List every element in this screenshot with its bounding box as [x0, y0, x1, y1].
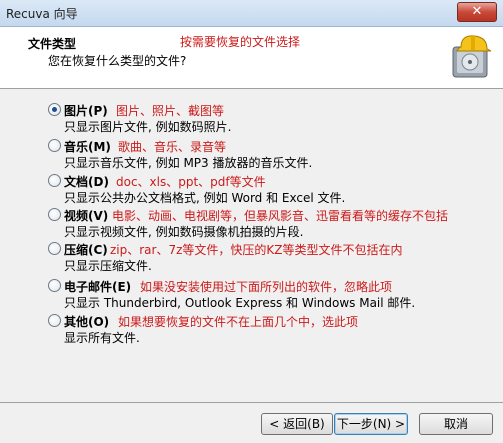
- title-bar: Recuva 向导 ✕: [0, 0, 503, 27]
- video-label[interactable]: 视频(V): [64, 207, 108, 224]
- other-label[interactable]: 其他(O): [64, 313, 109, 330]
- music-annotation: 歌曲、音乐、录音等: [118, 140, 227, 154]
- music-description: 只显示音乐文件, 例如 MP3 播放器的音乐文件.: [64, 156, 313, 170]
- documents-description: 只显示公共办公文档格式, 例如 Word 和 Excel 文件.: [64, 191, 346, 205]
- footer-divider: [0, 402, 503, 403]
- pictures-description: 只显示图片文件, 例如数码照片.: [64, 120, 232, 134]
- email-description: 只显示 Thunderbird, Outlook Express 和 Windo…: [64, 296, 416, 310]
- close-button[interactable]: ✕: [457, 2, 497, 22]
- video-description: 只显示视频文件, 例如数码摄像机拍摄的片段.: [64, 225, 304, 239]
- compressed-annotation: zip、rar、7z等文件，快压的KZ等类型文件不包括在内: [110, 243, 403, 257]
- email-label[interactable]: 电子邮件(E): [64, 278, 131, 295]
- documents-annotation: doc、xls、ppt、pdf等文件: [116, 175, 266, 189]
- file-type-options: 图片(P) 图片、照片、截图等 只显示图片文件, 例如数码照片. 音乐(M) 歌…: [0, 89, 503, 401]
- compressed-label[interactable]: 压缩(C): [64, 241, 108, 258]
- next-button[interactable]: 下一步(N) >: [334, 413, 408, 435]
- pictures-annotation: 图片、照片、截图等: [116, 104, 225, 118]
- other-annotation: 如果想要恢复的文件不在上面几个中，选此项: [118, 315, 359, 329]
- wizard-header: 文件类型 您在恢复什么类型的文件? 按需要恢复的文件选择: [0, 27, 503, 89]
- cancel-button[interactable]: 取消: [419, 413, 493, 435]
- pictures-radio[interactable]: [48, 103, 61, 116]
- documents-label[interactable]: 文档(D): [64, 173, 109, 190]
- recuva-helmet-drive-icon: [452, 35, 492, 78]
- page-title: 文件类型: [28, 37, 77, 51]
- video-radio[interactable]: [48, 208, 61, 221]
- documents-radio[interactable]: [48, 174, 61, 187]
- pictures-label[interactable]: 图片(P): [64, 102, 108, 119]
- email-radio[interactable]: [48, 279, 61, 292]
- back-button[interactable]: < 返回(B): [261, 413, 333, 435]
- header-annotation: 按需要恢复的文件选择: [180, 35, 301, 49]
- compressed-description: 只显示压缩文件.: [64, 259, 152, 273]
- email-annotation: 如果没安装使用过下面所列出的软件，忽略此项: [140, 280, 393, 294]
- other-description: 显示所有文件.: [64, 331, 140, 345]
- video-annotation: 电影、动画、电视剧等，但暴风影音、迅雷看看等的缓存不包括: [112, 209, 449, 223]
- page-subtitle: 您在恢复什么类型的文件?: [48, 54, 187, 68]
- window-title: Recuva 向导: [6, 7, 78, 21]
- compressed-radio[interactable]: [48, 242, 61, 255]
- other-radio[interactable]: [48, 314, 61, 327]
- music-label[interactable]: 音乐(M): [64, 138, 111, 155]
- music-radio[interactable]: [48, 139, 61, 152]
